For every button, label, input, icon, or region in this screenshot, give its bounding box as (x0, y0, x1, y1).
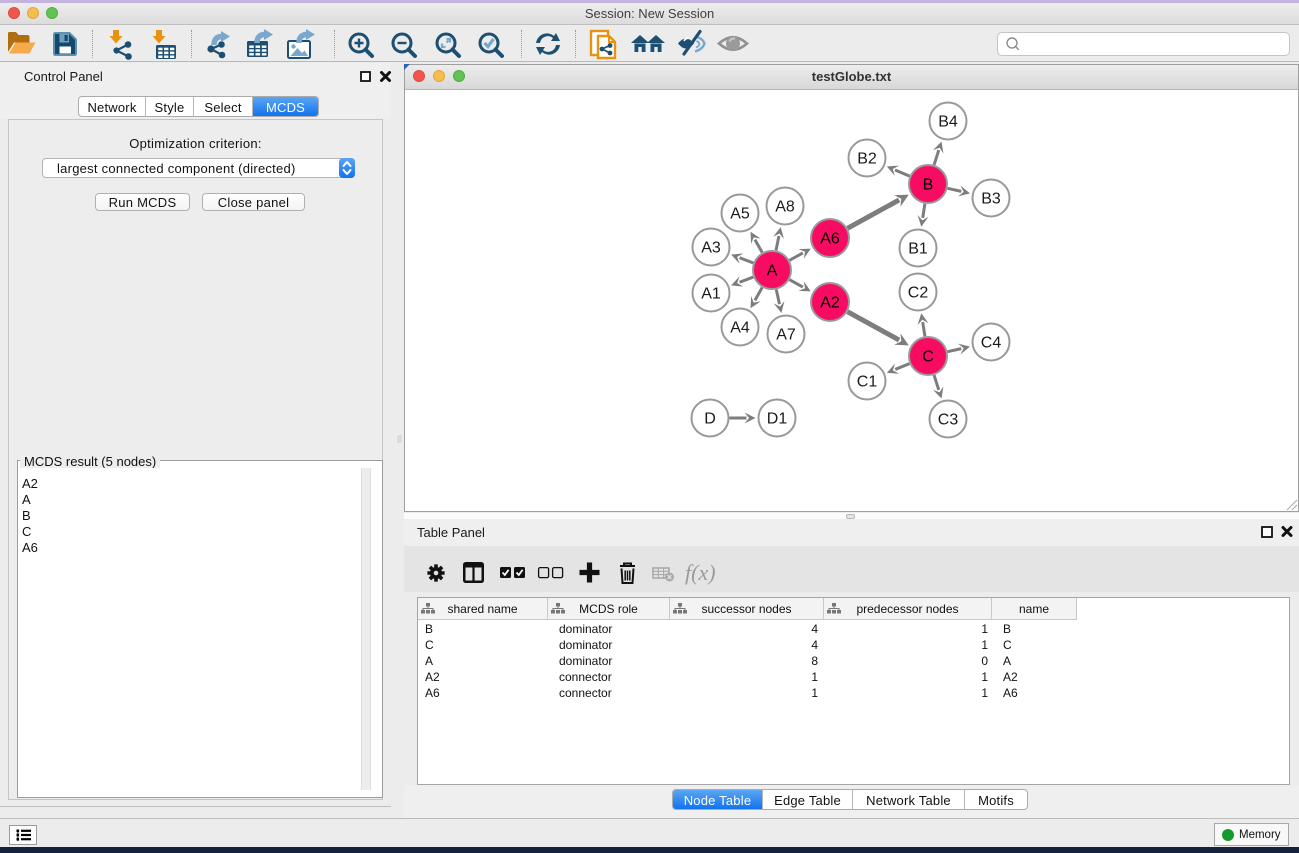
svg-text:A: A (767, 263, 778, 280)
svg-text:B3: B3 (981, 191, 1001, 208)
svg-text:B4: B4 (938, 114, 958, 131)
svg-text:A2: A2 (820, 295, 840, 312)
svg-text:A8: A8 (775, 199, 795, 216)
svg-text:A1: A1 (701, 286, 721, 303)
svg-text:B1: B1 (908, 241, 928, 258)
svg-text:B2: B2 (857, 151, 877, 168)
svg-text:A7: A7 (776, 327, 796, 344)
svg-text:C1: C1 (857, 374, 878, 391)
svg-text:C2: C2 (908, 285, 929, 302)
svg-text:A5: A5 (730, 206, 750, 223)
svg-text:C4: C4 (981, 335, 1002, 352)
svg-text:C3: C3 (938, 412, 959, 429)
svg-text:D1: D1 (767, 411, 788, 428)
svg-text:C: C (922, 349, 934, 366)
svg-text:A6: A6 (820, 231, 840, 248)
svg-text:f(x): f(x) (685, 560, 716, 585)
svg-text:B: B (923, 177, 934, 194)
svg-text:A4: A4 (730, 320, 750, 337)
svg-text:D: D (704, 411, 716, 428)
svg-text:A3: A3 (701, 240, 721, 257)
